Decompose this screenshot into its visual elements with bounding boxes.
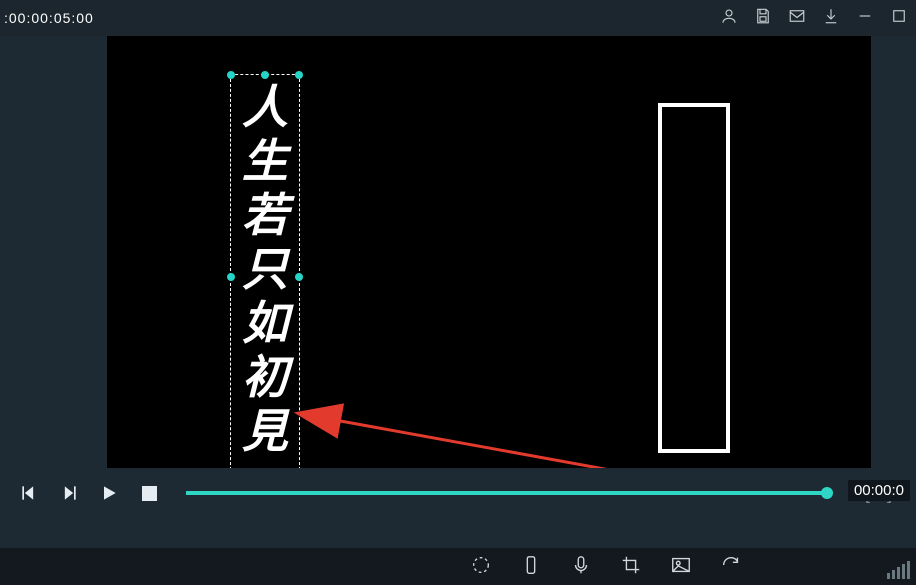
resize-handle-tl[interactable] — [227, 71, 235, 79]
progress-fill — [186, 491, 827, 495]
save-icon[interactable] — [754, 7, 772, 30]
window-controls — [720, 7, 908, 30]
playback-bar: [ ] — [0, 468, 916, 518]
prev-frame-button[interactable] — [18, 482, 40, 504]
preview-viewport: 人 生 若 只 如 初 見 — [0, 36, 916, 468]
timecode-right: 00:00:0 — [848, 480, 910, 501]
text-char: 若 — [242, 189, 288, 243]
text-char: 人 — [242, 81, 288, 135]
rectangle-shape[interactable] — [658, 103, 730, 453]
text-char: 生 — [242, 135, 288, 189]
bottom-toolbar — [470, 554, 742, 581]
user-icon[interactable] — [720, 7, 738, 30]
video-canvas[interactable] — [107, 36, 871, 468]
mail-icon[interactable] — [788, 7, 806, 30]
minimize-icon[interactable] — [856, 7, 874, 30]
resize-handle-tr[interactable] — [295, 71, 303, 79]
stop-button[interactable] — [138, 482, 160, 504]
resize-handle-tm[interactable] — [261, 71, 269, 79]
play-button[interactable] — [98, 482, 120, 504]
refresh-icon[interactable] — [720, 554, 742, 581]
vertical-text[interactable]: 人 生 若 只 如 初 見 — [231, 81, 299, 459]
progress-knob[interactable] — [821, 487, 833, 499]
text-char: 只 — [242, 243, 288, 297]
timecode-display: :00:00:05:00 — [4, 10, 94, 26]
text-char: 如 — [242, 297, 288, 351]
title-bar: :00:00:05:00 — [0, 0, 916, 36]
marker-icon[interactable] — [470, 554, 492, 581]
selected-text-box[interactable]: 人 生 若 只 如 初 見 — [230, 74, 300, 480]
maximize-icon[interactable] — [890, 7, 908, 30]
bottom-toolbar-strip — [0, 548, 916, 585]
next-frame-button[interactable] — [58, 482, 80, 504]
phone-icon[interactable] — [520, 554, 542, 581]
text-char: 初 — [242, 351, 288, 405]
text-char: 見 — [242, 405, 288, 459]
download-icon[interactable] — [822, 7, 840, 30]
crop-icon[interactable] — [620, 554, 642, 581]
mic-icon[interactable] — [570, 554, 592, 581]
progress-track[interactable] — [186, 491, 827, 495]
image-icon[interactable] — [670, 554, 692, 581]
zoom-scale-icon[interactable] — [887, 561, 910, 579]
